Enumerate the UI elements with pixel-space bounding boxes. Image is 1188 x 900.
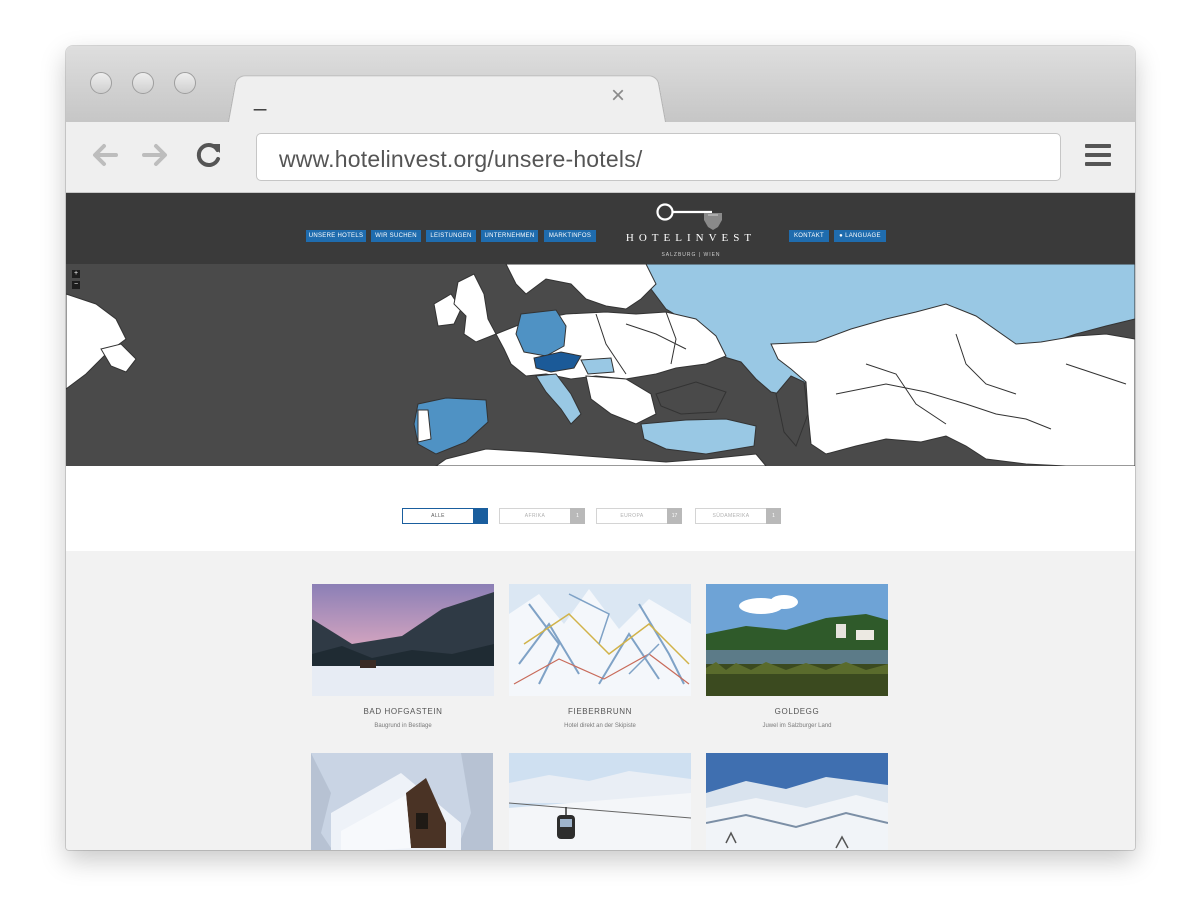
hotel-title[interactable]: FIEBERBRUNN bbox=[509, 707, 691, 716]
maximize-window-button[interactable] bbox=[174, 72, 196, 94]
hotel-card[interactable] bbox=[509, 753, 691, 850]
hotel-card[interactable] bbox=[706, 753, 888, 850]
nav-unsere-hotels[interactable]: UNSERE HOTELS bbox=[306, 230, 366, 242]
tab-title: _ bbox=[254, 86, 267, 111]
browser-window: _ × www.hotelinvest.org/unsere-hotels/ U… bbox=[66, 46, 1135, 850]
hamburger-menu-icon[interactable] bbox=[1085, 144, 1111, 171]
close-window-button[interactable] bbox=[90, 72, 112, 94]
hotel-photo-lake-village[interactable] bbox=[706, 584, 888, 696]
region-filter-bar: ALLE AFRIKA 1 EUROPA 17 SÜDAMERIKA 1 bbox=[66, 466, 1135, 551]
hotel-photo-snowy-hills[interactable] bbox=[706, 753, 888, 850]
nav-kontakt[interactable]: KONTAKT bbox=[789, 230, 829, 242]
filter-count: 1 bbox=[766, 508, 781, 524]
hotel-subtitle: Juwel im Salzburger Land bbox=[762, 723, 832, 729]
filter-label: EUROPA bbox=[620, 513, 644, 519]
logo-subtitle: SALZBURG | WIEN bbox=[661, 252, 721, 258]
browser-titlebar: _ × bbox=[66, 46, 1135, 122]
key-logo-icon[interactable] bbox=[656, 201, 726, 231]
filter-count bbox=[473, 508, 488, 524]
back-arrow-icon[interactable] bbox=[90, 140, 120, 170]
reload-icon[interactable] bbox=[194, 140, 224, 170]
filter-label: SÜDAMERIKA bbox=[712, 513, 750, 519]
hotel-card[interactable]: GOLDEGG Juwel im Salzburger Land bbox=[706, 584, 888, 729]
hotel-grid: BAD HOFGASTEIN Baugrund in Bestlage FIEB… bbox=[66, 551, 1135, 850]
hotel-card[interactable]: FIEBERBRUNN Hotel direkt an der Skipiste bbox=[509, 584, 691, 729]
site-header: UNSERE HOTELS WIR SUCHEN LEISTUNGEN UNTE… bbox=[66, 193, 1135, 264]
nav-leistungen[interactable]: LEISTUNGEN bbox=[426, 230, 476, 242]
nav-marktinfos[interactable]: MARKTINFOS bbox=[544, 230, 596, 242]
map-canvas bbox=[66, 263, 1135, 467]
world-map[interactable]: + − bbox=[66, 263, 1135, 467]
url-text[interactable]: www.hotelinvest.org/unsere-hotels/ bbox=[279, 146, 642, 173]
hotel-photo-snow-valley-dusk[interactable] bbox=[312, 584, 494, 696]
web-page: UNSERE HOTELS WIR SUCHEN LEISTUNGEN UNTE… bbox=[66, 193, 1135, 850]
hotel-card[interactable] bbox=[311, 753, 493, 850]
browser-toolbar: www.hotelinvest.org/unsere-hotels/ bbox=[66, 122, 1135, 193]
nav-unternehmen[interactable]: UNTERNEHMEN bbox=[481, 230, 538, 242]
filter-europa[interactable]: EUROPA 17 bbox=[596, 508, 682, 524]
nav-wir-suchen[interactable]: WIR SUCHEN bbox=[371, 230, 421, 242]
hotel-photo-gondola[interactable] bbox=[509, 753, 691, 850]
map-zoom-in-button[interactable]: + bbox=[72, 270, 80, 278]
filter-alle[interactable]: ALLE bbox=[402, 508, 488, 524]
address-bar[interactable]: www.hotelinvest.org/unsere-hotels/ bbox=[256, 133, 1061, 181]
hotel-photo-snow-hut[interactable] bbox=[311, 753, 493, 850]
filter-label: ALLE bbox=[431, 513, 445, 519]
hotel-title[interactable]: GOLDEGG bbox=[706, 707, 888, 716]
filter-count: 17 bbox=[667, 508, 682, 524]
hotel-card[interactable]: BAD HOFGASTEIN Baugrund in Bestlage bbox=[312, 584, 494, 729]
minimize-window-button[interactable] bbox=[132, 72, 154, 94]
logo-wordmark[interactable]: HOTELINVEST bbox=[606, 232, 776, 244]
hotel-photo-ski-map[interactable] bbox=[509, 584, 691, 696]
tab-close-icon[interactable]: × bbox=[611, 84, 625, 108]
hotel-title[interactable]: BAD HOFGASTEIN bbox=[312, 707, 494, 716]
filter-suedamerika[interactable]: SÜDAMERIKA 1 bbox=[695, 508, 781, 524]
filter-count: 1 bbox=[570, 508, 585, 524]
filter-afrika[interactable]: AFRIKA 1 bbox=[499, 508, 585, 524]
filter-label: AFRIKA bbox=[524, 513, 546, 519]
forward-arrow-icon[interactable] bbox=[140, 140, 170, 170]
hotel-subtitle: Hotel direkt an der Skipiste bbox=[564, 723, 636, 729]
browser-tab[interactable] bbox=[228, 75, 666, 122]
map-zoom-out-button[interactable]: − bbox=[72, 281, 80, 289]
nav-language[interactable]: ● LANGUAGE bbox=[834, 230, 886, 242]
nav-language-label: LANGUAGE bbox=[845, 233, 881, 239]
hotel-subtitle: Baugrund in Bestlage bbox=[374, 723, 432, 729]
